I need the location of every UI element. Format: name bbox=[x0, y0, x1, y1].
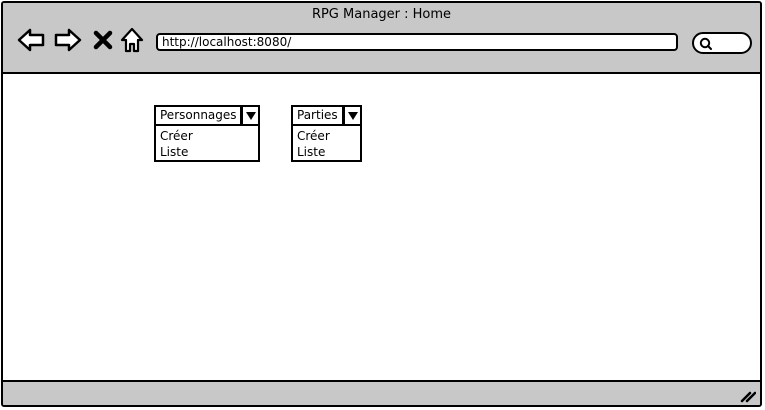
triangle-down-icon bbox=[246, 112, 256, 120]
dropdown-parties-label[interactable]: Parties bbox=[291, 105, 344, 126]
stop-button[interactable] bbox=[91, 25, 115, 55]
dropdown-personnages-menu: Créer Liste bbox=[154, 126, 260, 162]
resize-grip-icon[interactable] bbox=[740, 387, 756, 403]
close-icon bbox=[93, 30, 113, 50]
menu-item-personnages-liste[interactable]: Liste bbox=[156, 144, 258, 160]
browser-toolbar: RPG Manager : Home bbox=[3, 3, 760, 74]
dropdown-personnages-toggle[interactable] bbox=[241, 105, 260, 126]
back-button[interactable] bbox=[16, 25, 46, 55]
dropdown-parties-toggle[interactable] bbox=[343, 105, 362, 126]
window-title: RPG Manager : Home bbox=[311, 7, 452, 22]
browser-window: RPG Manager : Home http://localhost:8080… bbox=[1, 1, 762, 407]
page-content: Personnages Créer Liste Parties Créer Li… bbox=[3, 74, 760, 382]
search-icon bbox=[699, 37, 712, 50]
search-button[interactable] bbox=[692, 32, 752, 54]
forward-button[interactable] bbox=[53, 25, 83, 55]
dropdown-parties-menu: Créer Liste bbox=[291, 126, 362, 162]
menu-item-parties-liste[interactable]: Liste bbox=[293, 144, 360, 160]
menu-item-personnages-creer[interactable]: Créer bbox=[156, 128, 258, 144]
dropdown-personnages-label[interactable]: Personnages bbox=[154, 105, 242, 126]
arrow-left-icon bbox=[17, 28, 45, 52]
arrow-right-icon bbox=[54, 28, 82, 52]
home-icon bbox=[120, 27, 144, 53]
url-input[interactable] bbox=[156, 33, 678, 51]
status-bar bbox=[3, 380, 760, 405]
triangle-down-icon bbox=[348, 112, 358, 120]
home-button[interactable] bbox=[119, 25, 145, 55]
menu-item-parties-creer[interactable]: Créer bbox=[293, 128, 360, 144]
